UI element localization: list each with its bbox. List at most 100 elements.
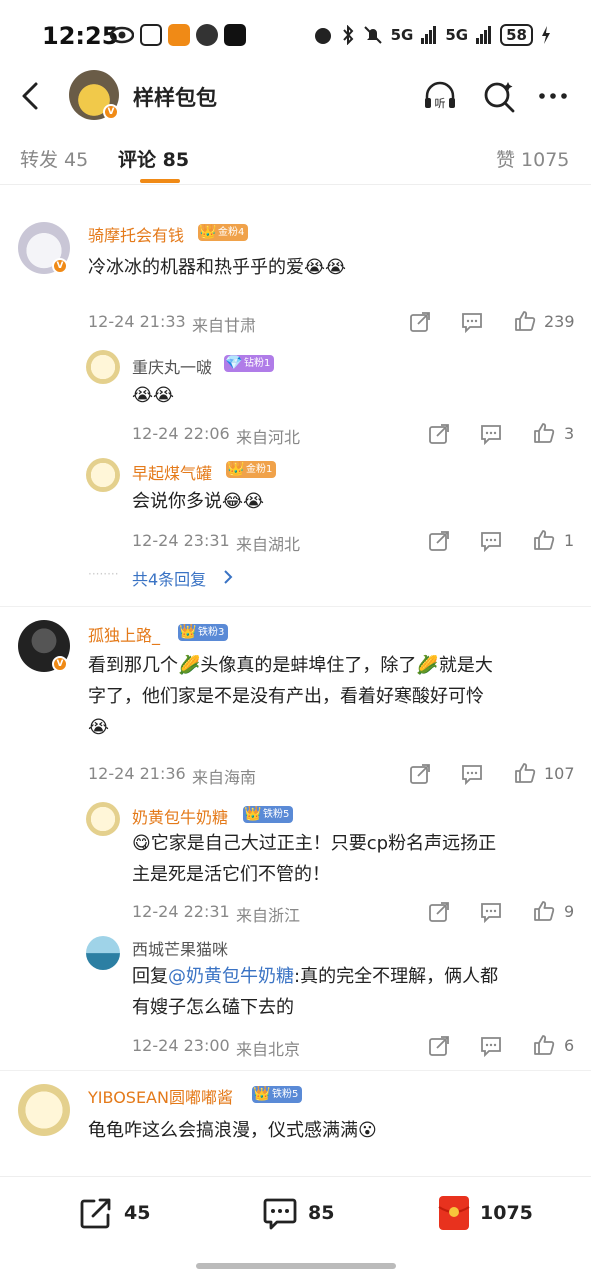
- repost-count: 45: [124, 1202, 151, 1224]
- verified-badge-icon: V: [103, 104, 119, 120]
- fan-level-badge: 👑 金粉4: [198, 224, 249, 241]
- replier-avatar[interactable]: [86, 936, 120, 970]
- replier-name[interactable]: 早起煤气罐: [132, 460, 212, 484]
- author-name[interactable]: 样样包包: [133, 82, 217, 112]
- comment-icon[interactable]: [479, 900, 503, 924]
- mute-icon: [363, 26, 382, 44]
- comment-icon[interactable]: [479, 1034, 503, 1058]
- reply-location: 来自浙江: [236, 906, 301, 925]
- chevron-right-icon[interactable]: [222, 569, 234, 585]
- post-tabs: 转发 45 评论 85 赞 1075: [0, 125, 591, 185]
- reply-location: 来自河北: [236, 428, 301, 447]
- battery-level: 58: [500, 24, 533, 46]
- dotted-connector: ········: [88, 567, 119, 581]
- signal-2-icon: [476, 26, 492, 44]
- share-icon[interactable]: [427, 900, 451, 924]
- reply-text-line-1: 回复@奶黄包牛奶糖:真的完全不理解，俩人都: [132, 961, 498, 992]
- replier-avatar[interactable]: [86, 350, 120, 384]
- comment-button[interactable]: 85: [262, 1195, 334, 1231]
- replier-name[interactable]: 重庆丸一啵: [132, 354, 212, 378]
- share-icon[interactable]: [427, 1034, 451, 1058]
- share-icon[interactable]: [408, 762, 432, 786]
- replier-avatar[interactable]: [86, 458, 120, 492]
- fan-crown-icon: 👑: [199, 224, 217, 240]
- commenter-name[interactable]: 孤独上路_: [88, 622, 160, 646]
- comment-icon[interactable]: [460, 310, 484, 334]
- repost-icon: [80, 1198, 111, 1229]
- fan-crown-icon: 👑: [244, 806, 262, 822]
- reply-text: :真的完全不理解，俩人都: [294, 966, 499, 987]
- red-envelope-like-icon: [438, 1196, 470, 1230]
- comment-divider: [0, 1070, 591, 1071]
- comment-count: 85: [308, 1202, 335, 1224]
- mention-link[interactable]: @奶黄包牛奶糖: [168, 966, 294, 987]
- comment-location: 来自海南: [192, 768, 257, 787]
- comment-icon[interactable]: [460, 762, 484, 786]
- like-count: 3: [564, 424, 575, 443]
- alarm-icon: [314, 28, 331, 44]
- tab-comments[interactable]: 评论 85: [118, 145, 189, 172]
- nfc-icon: [140, 24, 162, 46]
- reply-location: 来自北京: [236, 1040, 301, 1059]
- replier-name[interactable]: 奶黄包牛奶糖: [132, 804, 228, 828]
- tab-repost[interactable]: 转发 45: [20, 145, 88, 172]
- comment-divider: [0, 606, 591, 607]
- back-arrow-icon[interactable]: [16, 78, 46, 114]
- comment-list[interactable]: V 骑摩托会有钱 👑 金粉4 冷冰冰的机器和热乎乎的爱😭😭 12-24 21:33…: [0, 186, 591, 1176]
- like-icon[interactable]: [513, 309, 537, 333]
- like-icon[interactable]: [532, 1033, 556, 1057]
- like-count: 107: [544, 764, 575, 783]
- like-icon[interactable]: [532, 899, 556, 923]
- comment-time: 12-24 21:36: [88, 764, 186, 783]
- like-count: 239: [544, 312, 575, 331]
- fan-crown-icon: 👑: [179, 624, 197, 640]
- status-app-icons: [110, 24, 246, 46]
- replier-name[interactable]: 西城芒果猫咪: [132, 936, 228, 960]
- reply-text: 😭😭: [132, 385, 175, 406]
- eye-icon: [110, 26, 134, 44]
- share-icon[interactable]: [427, 529, 451, 553]
- verified-badge-icon: V: [52, 656, 68, 672]
- share-icon[interactable]: [427, 422, 451, 446]
- reply-time: 12-24 23:31: [132, 531, 230, 550]
- comment-location: 来自甘肃: [192, 316, 257, 335]
- search-icon[interactable]: [482, 78, 518, 114]
- fan-level-badge: 👑 铁粉5: [252, 1086, 303, 1103]
- share-icon[interactable]: [408, 310, 432, 334]
- fan-crown-icon: 👑: [227, 461, 245, 477]
- comment-text: 龟龟咋这么会搞浪漫，仪式感满满😮: [88, 1120, 377, 1141]
- reply-prefix: 回复: [132, 966, 168, 987]
- listen-headphones-icon[interactable]: 听: [422, 78, 458, 114]
- reply-location: 来自湖北: [236, 535, 301, 554]
- commenter-name[interactable]: 骑摩托会有钱: [88, 222, 184, 246]
- network-2-label: 5G: [445, 26, 469, 44]
- like-button[interactable]: 1075: [438, 1195, 533, 1231]
- like-icon[interactable]: [532, 421, 556, 445]
- fan-level-badge: 👑 铁粉5: [243, 806, 294, 823]
- commenter-avatar[interactable]: [18, 1084, 70, 1136]
- reply-text-line-1: 😋它家是自己大过正主！只要cp粉名声远扬正: [132, 833, 497, 854]
- fan-level-badge: 💎 钻粉1: [224, 355, 275, 372]
- comment-time: 12-24 21:33: [88, 312, 186, 331]
- comment-text-line-3: 😭: [88, 717, 110, 738]
- wechat-icon: [196, 24, 218, 46]
- like-icon[interactable]: [532, 528, 556, 552]
- comment-icon[interactable]: [479, 529, 503, 553]
- like-count: 6: [564, 1036, 575, 1055]
- more-replies-link[interactable]: 共4条回复: [132, 566, 206, 590]
- fan-level-badge: 👑 铁粉3: [178, 624, 229, 641]
- commenter-name[interactable]: YIBOSEAN圆嘟嘟酱: [88, 1084, 233, 1108]
- tab-likes[interactable]: 赞 1075: [496, 145, 569, 172]
- fan-level-badge: 👑 金粉1: [226, 461, 277, 478]
- repost-button[interactable]: 45: [78, 1195, 150, 1231]
- more-options-icon[interactable]: [535, 78, 571, 114]
- status-time: 12:25: [42, 22, 119, 50]
- like-icon[interactable]: [513, 761, 537, 785]
- verified-badge-icon: V: [52, 258, 68, 274]
- taobao-app-icon: [168, 24, 190, 46]
- fan-diamond-icon: 💎: [225, 355, 243, 371]
- reply-time: 12-24 22:06: [132, 424, 230, 443]
- comment-text: 冷冰冰的机器和热乎乎的爱😭😭: [88, 257, 347, 278]
- replier-avatar[interactable]: [86, 802, 120, 836]
- comment-icon[interactable]: [479, 422, 503, 446]
